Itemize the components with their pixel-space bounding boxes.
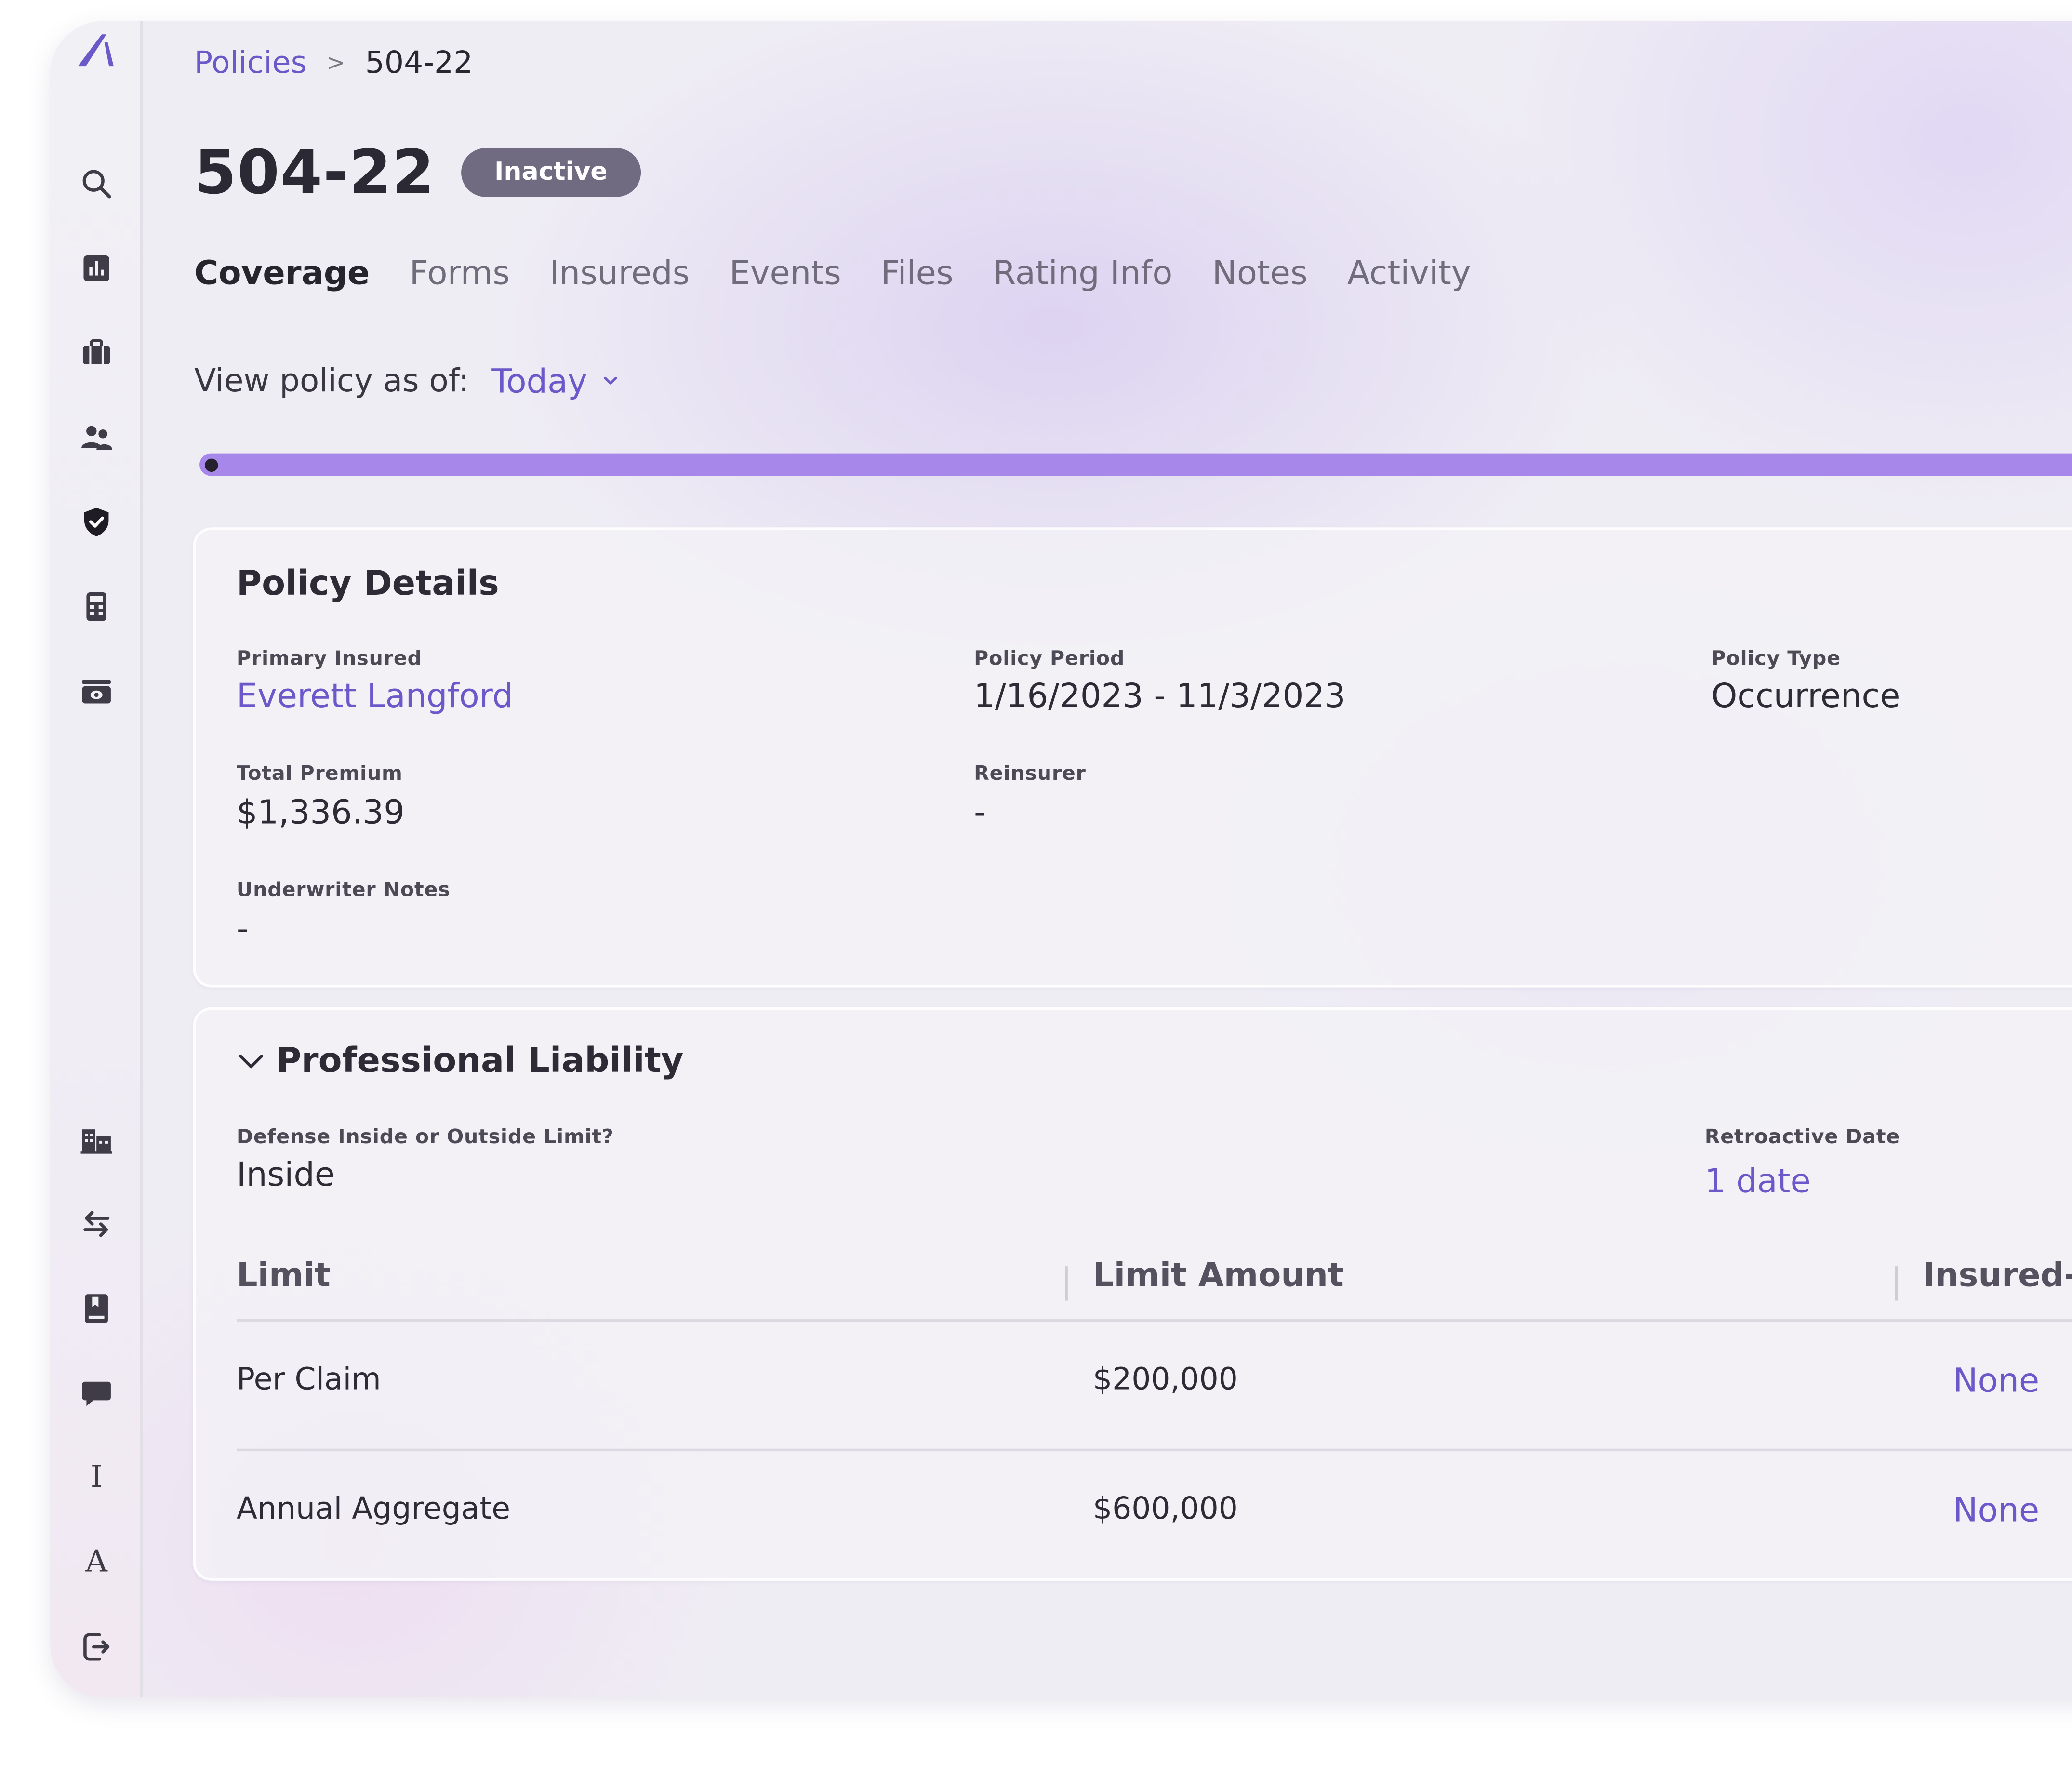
policy-details-card: Policy Details Primary Insured Everett L… — [193, 527, 2072, 988]
tab-activity[interactable]: Activity — [1347, 253, 1471, 292]
chevron-down-icon — [239, 1055, 264, 1069]
transfer-icon[interactable] — [78, 1205, 115, 1243]
policy-timeline[interactable] — [199, 453, 2072, 476]
book-icon[interactable] — [78, 1290, 115, 1327]
tab-bar: Coverage Forms Insureds Events Files Rat… — [194, 249, 1511, 296]
font-icon[interactable]: A — [78, 1544, 115, 1581]
reinsurer-value: - — [974, 793, 986, 831]
column-divider[interactable] — [1065, 1266, 1068, 1301]
column-header-limit[interactable]: Limit — [237, 1256, 331, 1294]
primary-insured-link[interactable]: Everett Langford — [237, 677, 513, 715]
tab-rating-info[interactable]: Rating Info — [993, 253, 1173, 292]
app-logo[interactable] — [73, 27, 120, 74]
view-as-value: Today — [491, 361, 587, 400]
breadcrumb: Policies > 504-22 — [194, 42, 473, 85]
limit-name-cell: Per Claim — [236, 1363, 381, 1397]
status-badge: Inactive — [461, 147, 641, 197]
breadcrumb-current: 504-22 — [365, 46, 473, 81]
screen: I A Policies > 504-22 504-22 Inactive Co… — [0, 0, 2072, 1778]
text-cursor-icon[interactable]: I — [78, 1459, 115, 1497]
tab-events[interactable]: Events — [730, 253, 841, 292]
column-divider[interactable] — [1895, 1266, 1898, 1301]
policy-period-label: Policy Period — [974, 646, 1125, 670]
page-title: 504-22 — [194, 136, 435, 208]
view-as-label: View policy as of: — [194, 362, 469, 400]
users-icon[interactable] — [78, 419, 115, 456]
underwriter-notes-label: Underwriter Notes — [236, 877, 451, 902]
policy-details-title: Policy Details — [236, 564, 499, 604]
underwriter-notes-value: - — [236, 909, 249, 948]
tab-notes[interactable]: Notes — [1212, 253, 1308, 292]
chat-icon[interactable] — [78, 1375, 115, 1412]
professional-liability-toggle[interactable]: Professional Liability — [237, 1042, 683, 1081]
building-icon[interactable] — [78, 1121, 115, 1158]
logout-icon[interactable] — [78, 1629, 115, 1666]
app-window: I A Policies > 504-22 504-22 Inactive Co… — [50, 21, 2072, 1698]
defense-limit-value: Inside — [236, 1155, 335, 1194]
retroactive-date-link[interactable]: 1 date — [1705, 1162, 1811, 1201]
tab-coverage[interactable]: Coverage — [194, 253, 370, 292]
tab-forms[interactable]: Forms — [410, 253, 510, 292]
breadcrumb-policies-link[interactable]: Policies — [194, 46, 306, 80]
timeline-marker[interactable] — [205, 458, 218, 472]
reinsurer-label: Reinsurer — [974, 761, 1086, 785]
title-row: 504-22 Inactive — [194, 135, 641, 209]
limit-amount-cell: $600,000 — [1092, 1492, 1238, 1527]
policy-type-value: Occurrence — [1711, 677, 1900, 715]
defense-limit-label: Defense Inside or Outside Limit? — [236, 1124, 614, 1149]
chart-icon[interactable] — [78, 250, 115, 287]
calculator-icon[interactable] — [78, 588, 115, 625]
policy-period-value: 1/16/2023 - 11/3/2023 — [974, 677, 1346, 715]
ticket-icon[interactable] — [78, 673, 115, 710]
insured-share-link[interactable]: None — [1953, 1491, 2039, 1529]
column-header-limit-amount[interactable]: Limit Amount — [1093, 1256, 1344, 1294]
breadcrumb-separator: > — [326, 50, 345, 77]
retroactive-date-label: Retroactive Date — [1704, 1124, 1900, 1149]
briefcase-icon[interactable] — [78, 334, 115, 372]
professional-liability-card: Professional Liability Defense Inside or… — [193, 1007, 2072, 1581]
limits-table: Limit Limit Amount Insured-S Per Claim $… — [236, 1245, 2072, 1576]
tab-files[interactable]: Files — [881, 253, 953, 292]
limit-amount-cell: $200,000 — [1092, 1363, 1238, 1397]
total-premium-label: Total Premium — [236, 761, 403, 785]
column-header-insured-share[interactable]: Insured-S — [1923, 1256, 2072, 1294]
policy-type-label: Policy Type — [1711, 646, 1841, 670]
tab-insureds[interactable]: Insureds — [549, 253, 690, 292]
main-content: Policies > 504-22 504-22 Inactive Covera… — [143, 21, 2072, 1697]
table-row: Annual Aggregate $600,000 None — [236, 1448, 2072, 1576]
limit-name-cell: Annual Aggregate — [236, 1492, 511, 1527]
sidebar: I A — [50, 21, 143, 1698]
view-policy-as-of: View policy as of: Today — [194, 357, 622, 404]
total-premium-value: $1,336.39 — [236, 793, 405, 831]
primary-insured-label: Primary Insured — [236, 646, 422, 670]
shield-icon[interactable] — [78, 504, 115, 541]
table-header: Limit Limit Amount Insured-S — [236, 1245, 2072, 1322]
professional-liability-title: Professional Liability — [276, 1042, 684, 1082]
chevron-down-icon — [604, 376, 618, 385]
view-as-date-select[interactable]: Today — [491, 361, 622, 400]
search-icon[interactable] — [78, 165, 115, 202]
insured-share-link[interactable]: None — [1953, 1362, 2039, 1400]
table-row: Per Claim $200,000 None — [237, 1322, 2072, 1448]
